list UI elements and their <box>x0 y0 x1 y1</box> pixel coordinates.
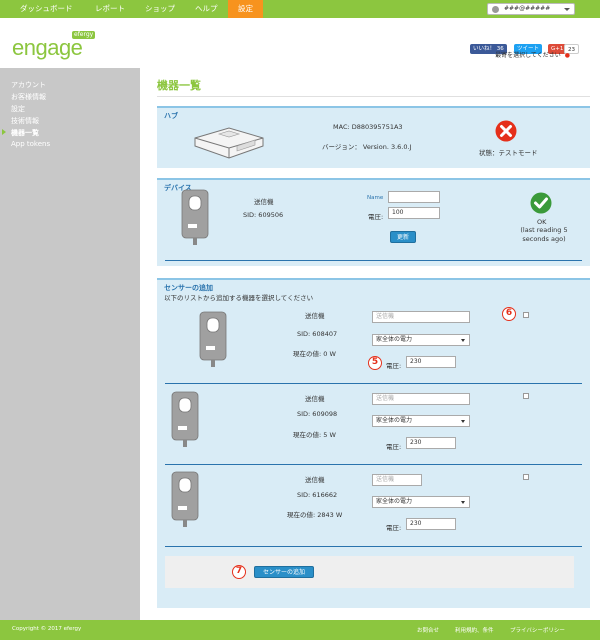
update-button[interactable]: 更新 <box>390 231 416 243</box>
device-type: 送信機 <box>254 198 274 206</box>
hub-version: バージョン： Version. 3.6.0.J <box>322 143 412 151</box>
sensor-1-voltage-label: 電圧: <box>386 362 402 370</box>
sensor-add-subtitle: 以下のリストから追加する機器を選択してください <box>164 294 314 302</box>
transmitter-icon <box>171 391 199 447</box>
user-icon <box>492 6 499 13</box>
sensor-3-checkbox[interactable] <box>523 474 529 480</box>
logo[interactable]: engage <box>12 35 83 61</box>
sidebar-item-account[interactable]: アカウント <box>11 80 46 90</box>
callout-6: 6 <box>502 307 516 321</box>
sensor-2-voltage-label: 電圧: <box>386 443 402 451</box>
device-ok-status: OK <box>537 218 547 226</box>
sensor-2-checkbox[interactable] <box>523 393 529 399</box>
nav-dashboard[interactable]: ダッシュボード <box>10 0 83 18</box>
user-menu[interactable]: ###@##### <box>487 3 575 15</box>
sidebar-item-app-tokens[interactable]: App tokens <box>11 140 50 148</box>
sensor-3-voltage-input[interactable]: 230 <box>406 518 456 530</box>
sidebar: アカウント お客様情報 設定 技術情報 機器一覧 App tokens <box>0 68 140 620</box>
sensor-3-current: 現在の値: 2843 W <box>287 511 343 519</box>
add-sensor-bar: 7 センサーの追加 <box>165 556 574 588</box>
device-voltage-label: 電圧: <box>368 213 384 221</box>
sensor-divider <box>165 464 582 465</box>
sensor-1-sid: SID: 608407 <box>297 330 338 338</box>
sensor-2-type-select[interactable]: 家全体の電力 <box>372 415 470 427</box>
sidebar-item-tech-info[interactable]: 技術情報 <box>11 116 39 126</box>
sensor-3-voltage-label: 電圧: <box>386 524 402 532</box>
device-name-label: Name <box>367 195 384 201</box>
device-panel: デバイス 送信機 SID: 609506 Name 電圧: 100 更新 OK … <box>157 178 590 266</box>
sensor-1-type-select[interactable]: 家全体の電力 <box>372 334 470 346</box>
sensor-1-current: 現在の値: 0 W <box>293 350 336 358</box>
required-mark: ● <box>564 52 570 59</box>
device-last-reading: (last reading 5 seconds ago) <box>520 226 568 243</box>
sensor-1-voltage-input[interactable]: 230 <box>406 356 456 368</box>
hub-mac: MAC: D880395751A3 <box>333 123 403 131</box>
sensor-2-voltage-input[interactable]: 230 <box>406 437 456 449</box>
transmitter-icon <box>171 471 199 527</box>
header: engage efergy いいね！ 36 ツイート G+1 23 <box>0 18 600 68</box>
logo-badge: efergy <box>72 31 96 39</box>
nav-settings[interactable]: 設定 <box>228 0 263 18</box>
user-email: ###@##### <box>504 5 551 12</box>
hub-title: ハブ <box>164 112 178 120</box>
ok-check-icon <box>530 192 552 214</box>
sidebar-item-customer-info[interactable]: お客様情報 <box>11 92 46 102</box>
sensor-3-type: 送信機 <box>305 476 325 484</box>
nav-shop[interactable]: ショップ <box>135 0 185 18</box>
sensor-add-panel: センサーの追加 以下のリストから追加する機器を選択してください 送信機 SID:… <box>157 278 590 608</box>
device-name-input[interactable] <box>388 191 440 203</box>
footer-link-privacy[interactable]: プライバシーポリシー <box>510 626 565 634</box>
sidebar-item-settings[interactable]: 設定 <box>11 104 25 114</box>
sensor-2-type: 送信機 <box>305 395 325 403</box>
copyright: Copyright © 2017 efergy <box>12 626 82 632</box>
device-sid: SID: 609506 <box>243 211 284 219</box>
hub-status: 状態：テストモード <box>479 149 538 157</box>
sidebar-item-devices[interactable]: 機器一覧 <box>2 128 39 138</box>
top-navigation: ダッシュボード レポート ショップ ヘルプ 設定 ###@##### <box>0 0 600 18</box>
sensor-1-type: 送信機 <box>305 312 325 320</box>
footer: Copyright © 2017 efergy お問合せ 利用規約、条件 プライ… <box>0 620 600 640</box>
sensor-divider <box>165 546 582 547</box>
sensor-2-sid: SID: 609098 <box>297 410 338 418</box>
sensor-2-current: 現在の値: 5 W <box>293 431 336 439</box>
device-divider <box>165 260 582 261</box>
footer-link-terms[interactable]: 利用規約、条件 <box>455 626 494 634</box>
sensor-1-checkbox[interactable] <box>523 312 529 318</box>
chevron-down-icon <box>564 8 570 11</box>
title-divider <box>157 96 590 97</box>
transmitter-icon <box>181 189 209 245</box>
footer-link-contact[interactable]: お問合せ <box>417 626 439 634</box>
callout-7: 7 <box>232 565 246 579</box>
transmitter-icon <box>199 311 227 367</box>
select-prompt: 最寄を選択してください ● <box>495 52 570 59</box>
add-sensor-button[interactable]: センサーの追加 <box>254 566 314 578</box>
nav-help[interactable]: ヘルプ <box>185 0 228 18</box>
hub-panel: ハブ MAC: D880395751A3 バージョン： Version. 3.6… <box>157 106 590 168</box>
sensor-3-name-input[interactable]: 送信機 <box>372 474 422 486</box>
callout-5: 5 <box>368 356 382 370</box>
sensor-1-name-input[interactable]: 送信機 <box>372 311 470 323</box>
hub-device-icon <box>194 127 264 159</box>
device-voltage-input[interactable]: 100 <box>388 207 440 219</box>
sensor-divider <box>165 383 582 384</box>
error-icon <box>495 120 517 142</box>
sensor-3-sid: SID: 616662 <box>297 491 338 499</box>
nav-reports[interactable]: レポート <box>85 0 135 18</box>
sensor-3-type-select[interactable]: 家全体の電力 <box>372 496 470 508</box>
page-title: 機器一覧 <box>157 79 201 92</box>
sensor-2-name-input[interactable]: 送信機 <box>372 393 470 405</box>
